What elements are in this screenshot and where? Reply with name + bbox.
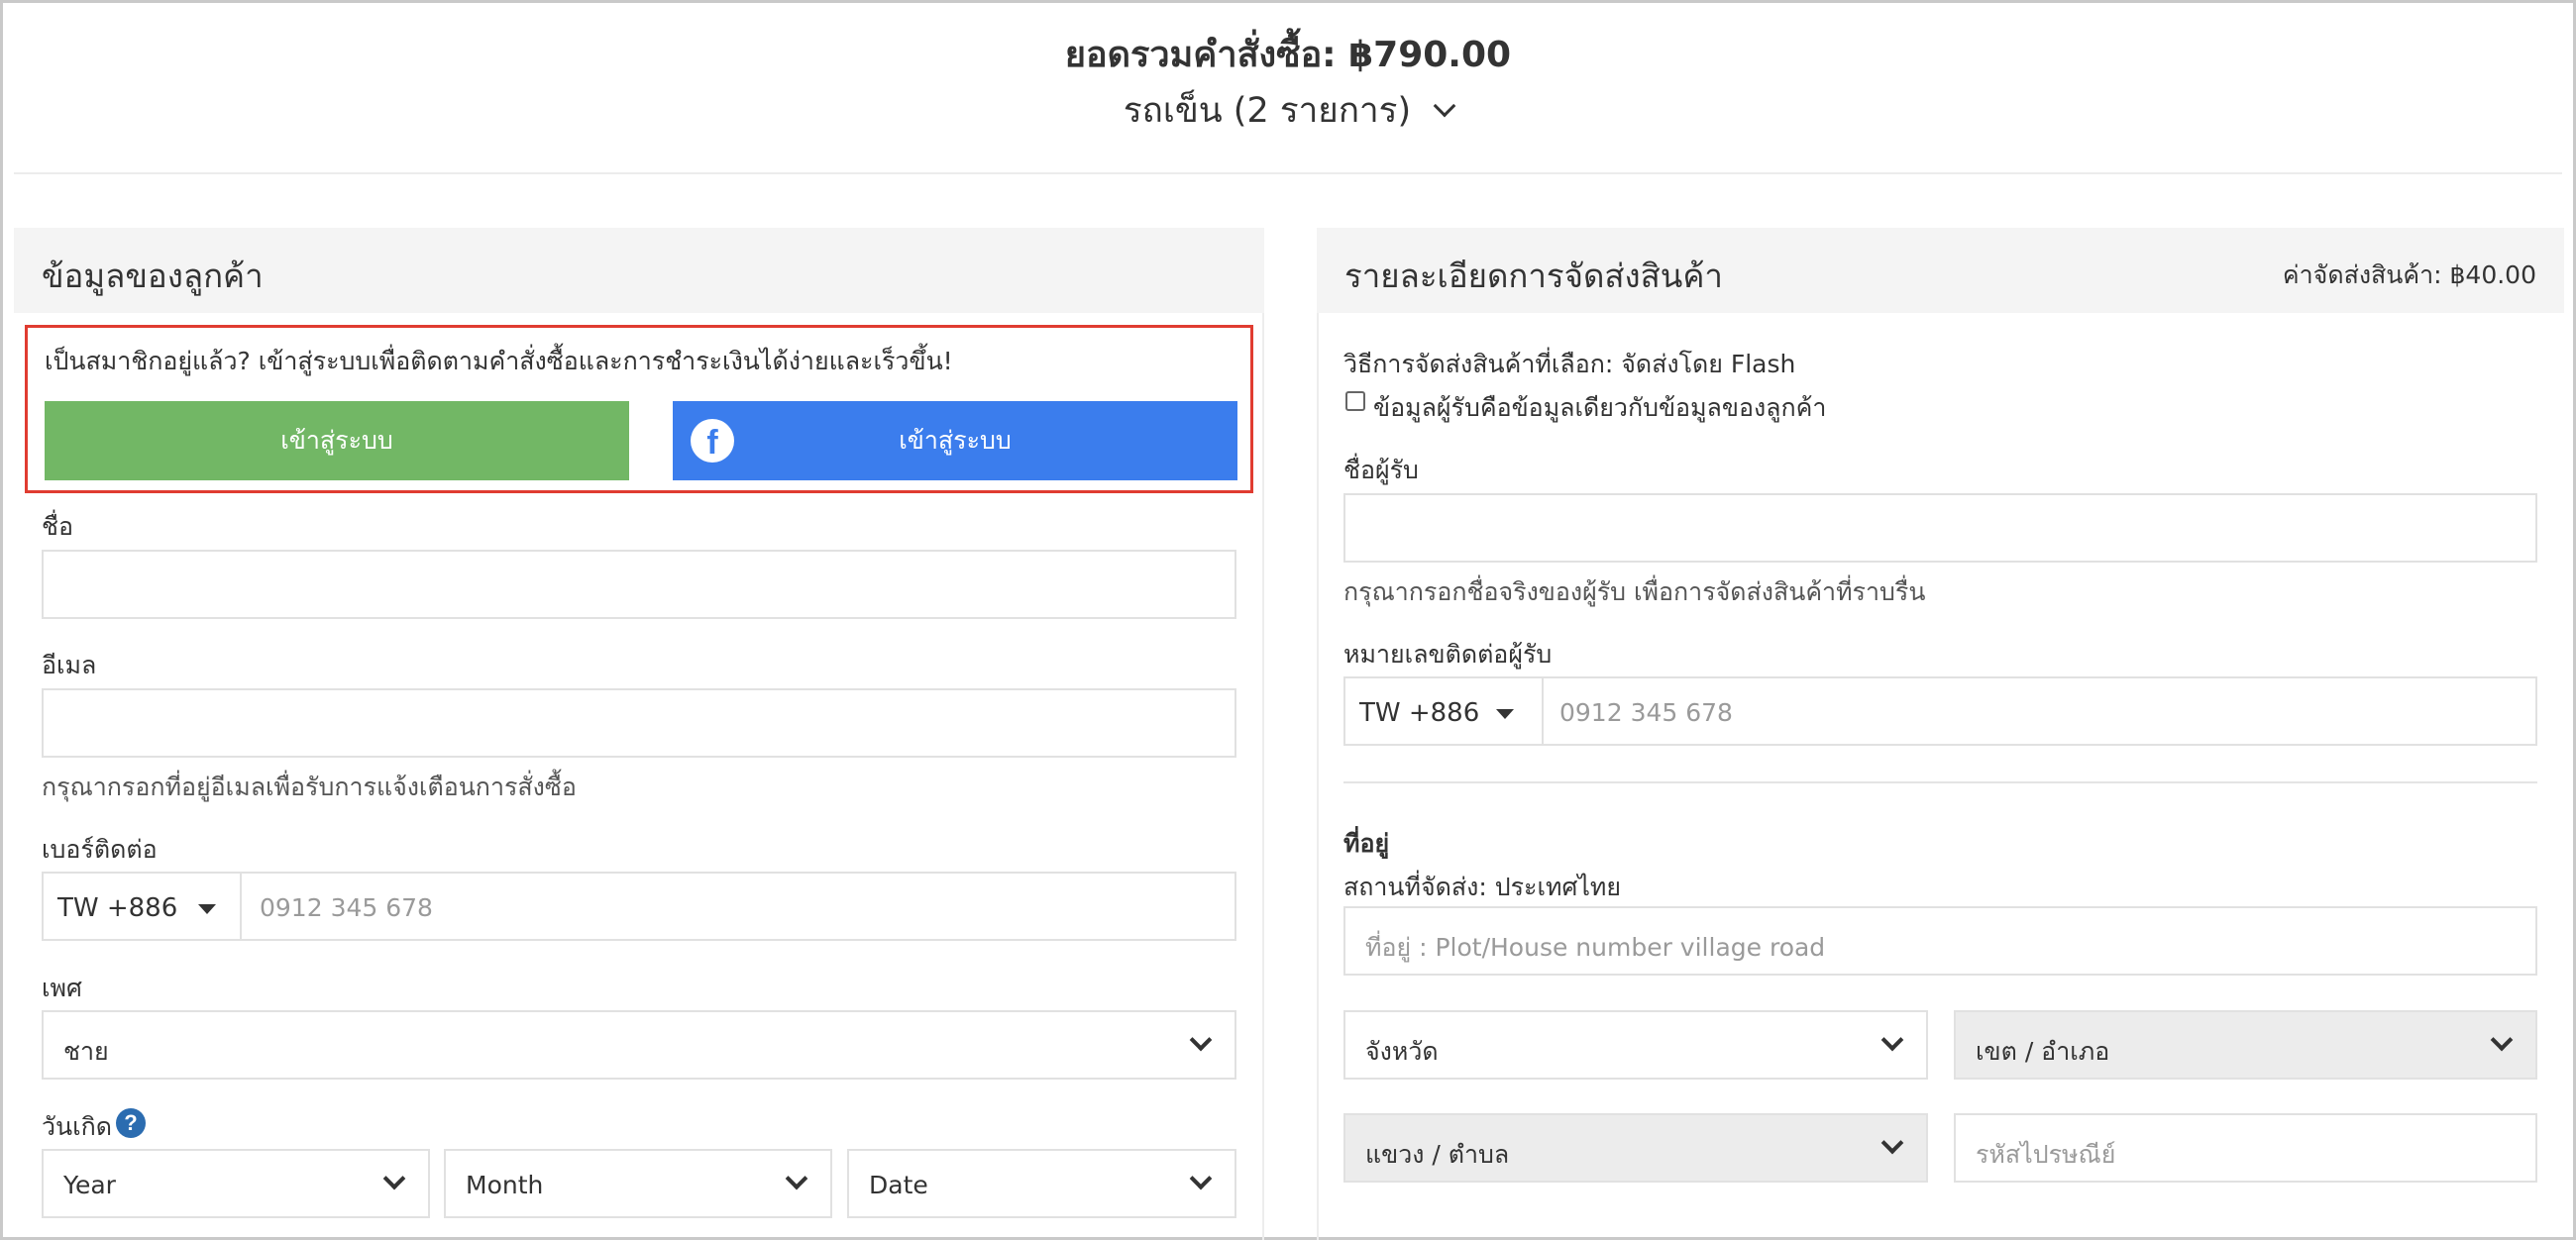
recipient-phone-label: หมายเลขติดต่อผู้รับ bbox=[1343, 640, 1553, 669]
facebook-login-label: เข้าสู่ระบบ bbox=[899, 426, 1012, 455]
shipping-destination: สถานที่จัดส่ง: ประเทศไทย bbox=[1343, 873, 1622, 901]
phone-input[interactable]: 0912 345 678 bbox=[260, 893, 433, 922]
birthday-date-select[interactable]: Date bbox=[847, 1149, 1236, 1218]
login-prompt: เป็นสมาชิกอยู่แล้ว? เข้าสู่ระบบเพื่อติดต… bbox=[45, 347, 953, 375]
shipping-details-header: รายละเอียดการจัดส่งสินค้า ค่าจัดส่งสินค้… bbox=[1317, 228, 2564, 313]
gender-value: ชาย bbox=[63, 1037, 109, 1066]
chevron-down-icon bbox=[1433, 94, 1456, 118]
email-input[interactable] bbox=[42, 688, 1236, 758]
address-label: ที่อยู่ bbox=[1343, 829, 1390, 858]
recipient-phone-country-code: TW +886 bbox=[1359, 698, 1480, 728]
birthday-date-value: Date bbox=[869, 1171, 928, 1199]
recipient-name-hint: กรุณากรอกชื่อจริงของผู้รับ เพื่อการจัดส่… bbox=[1343, 577, 1926, 606]
birthday-year-value: Year bbox=[63, 1171, 116, 1199]
caret-down-icon bbox=[1496, 709, 1514, 719]
chevron-down-icon bbox=[1880, 1131, 1904, 1155]
cart-toggle[interactable]: รถเข็น (2 รายการ) bbox=[14, 83, 2562, 138]
phone-input-group: TW +886 0912 345 678 bbox=[42, 872, 1236, 941]
column-divider bbox=[1262, 313, 1264, 1240]
shipping-method: วิธีการจัดส่งสินค้าที่เลือก: จัดส่งโดย F… bbox=[1343, 350, 1796, 378]
chevron-down-icon bbox=[382, 1167, 406, 1190]
birthday-year-select[interactable]: Year bbox=[42, 1149, 430, 1218]
address-input[interactable]: ที่อยู่ : Plot/House number village road bbox=[1343, 906, 2537, 976]
customer-info-title: ข้อมูลของลูกค้า bbox=[42, 257, 264, 295]
member-login-box: เป็นสมาชิกอยู่แล้ว? เข้าสู่ระบบเพื่อติดต… bbox=[25, 325, 1253, 493]
province-select[interactable]: จังหวัด bbox=[1343, 1010, 1928, 1080]
facebook-icon: f bbox=[691, 419, 734, 463]
province-value: จังหวัด bbox=[1365, 1037, 1439, 1066]
postcode-input[interactable]: รหัสไปรษณีย์ bbox=[1954, 1113, 2537, 1183]
birthday-month-select[interactable]: Month bbox=[444, 1149, 832, 1218]
recipient-phone-input-group: TW +886 0912 345 678 bbox=[1343, 676, 2537, 746]
birthday-month-value: Month bbox=[466, 1171, 544, 1199]
chevron-down-icon bbox=[1189, 1167, 1213, 1190]
subdistrict-value: แขวง / ตำบล bbox=[1365, 1140, 1510, 1169]
cart-label: รถเข็น (2 รายการ) bbox=[1123, 91, 1412, 131]
chevron-down-icon bbox=[2490, 1028, 2514, 1052]
order-summary: ยอดรวมคำสั่งซื้อ: ฿790.00 รถเข็น (2 รายก… bbox=[14, 4, 2562, 174]
chevron-down-icon bbox=[785, 1167, 808, 1190]
customer-info-header: ข้อมูลของลูกค้า bbox=[14, 228, 1264, 313]
district-value: เขต / อำเภอ bbox=[1976, 1037, 2110, 1066]
name-input[interactable] bbox=[42, 550, 1236, 619]
same-as-customer-label: ข้อมูลผู้รับคือข้อมูลเดียวกับข้อมูลของลู… bbox=[1373, 393, 1827, 422]
chevron-down-icon bbox=[1189, 1028, 1213, 1052]
phone-country-code: TW +886 bbox=[57, 893, 178, 923]
login-button[interactable]: เข้าสู่ระบบ bbox=[45, 401, 629, 480]
name-label: ชื่อ bbox=[42, 512, 73, 541]
column-divider bbox=[1317, 313, 1319, 1240]
recipient-phone-input[interactable]: 0912 345 678 bbox=[1559, 698, 1733, 727]
postcode-placeholder: รหัสไปรษณีย์ bbox=[1976, 1140, 2116, 1169]
recipient-name-label: ชื่อผู้รับ bbox=[1343, 456, 1419, 484]
help-icon[interactable]: ? bbox=[116, 1108, 146, 1138]
phone-country-select[interactable]: TW +886 bbox=[44, 874, 242, 939]
phone-label: เบอร์ติดต่อ bbox=[42, 835, 158, 864]
shipping-fee: ค่าจัดส่งสินค้า: ฿40.00 bbox=[2282, 260, 2536, 289]
address-placeholder: ที่อยู่ : Plot/House number village road bbox=[1365, 933, 1826, 962]
gender-select[interactable]: ชาย bbox=[42, 1010, 1236, 1080]
facebook-login-button[interactable]: f เข้าสู่ระบบ bbox=[673, 401, 1237, 480]
caret-down-icon bbox=[198, 904, 216, 914]
recipient-name-input[interactable] bbox=[1343, 493, 2537, 563]
shipping-details-title: รายละเอียดการจัดส่งสินค้า bbox=[1344, 257, 1723, 295]
chevron-down-icon bbox=[1880, 1028, 1904, 1052]
section-divider bbox=[1343, 781, 2537, 783]
email-label: อีเมล bbox=[42, 651, 97, 679]
gender-label: เพศ bbox=[42, 974, 82, 1002]
same-as-customer-checkbox[interactable] bbox=[1345, 391, 1365, 411]
birthday-label: วันเกิด bbox=[42, 1112, 113, 1141]
subdistrict-select[interactable]: แขวง / ตำบล bbox=[1343, 1113, 1928, 1183]
email-hint: กรุณากรอกที่อยู่อีเมลเพื่อรับการแจ้งเตือ… bbox=[42, 773, 577, 801]
recipient-phone-country-select[interactable]: TW +886 bbox=[1345, 678, 1544, 744]
order-total: ยอดรวมคำสั่งซื้อ: ฿790.00 bbox=[1064, 35, 1512, 75]
district-select[interactable]: เขต / อำเภอ bbox=[1954, 1010, 2537, 1080]
